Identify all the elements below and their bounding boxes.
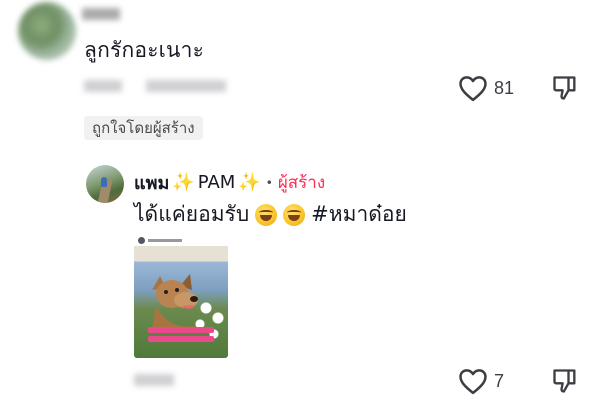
creator-avatar[interactable] (86, 165, 124, 203)
author-row: แพม ✨ PAM ✨ • ผู้สร้าง (134, 168, 325, 197)
like-count: 81 (494, 77, 515, 98)
reply-text: ได้แค่ยอมรับ #หมาด๋อย (134, 198, 407, 231)
thumbs-down-icon[interactable] (551, 367, 579, 395)
heart-outline-icon (459, 369, 487, 395)
attached-video-thumbnail[interactable] (134, 234, 228, 358)
author-suffix: PAM (197, 172, 236, 193)
like-count: 7 (494, 370, 505, 391)
like-button[interactable]: 7 (458, 367, 504, 395)
author-name-blurred (82, 8, 120, 20)
separator-dot: • (265, 175, 273, 190)
creator-label: ผู้สร้าง (277, 173, 326, 193)
reply-text-main: ได้แค่ยอมรับ (134, 202, 250, 226)
liked-by-creator-badge: ถูกใจโดยผู้สร้าง (84, 116, 203, 140)
thumbnail-avatar (138, 237, 145, 244)
sparkles-emoji: ✨ (238, 172, 261, 193)
reply-date-blurred (134, 374, 174, 386)
avatar-person (101, 177, 107, 187)
thumbnail-caption (148, 327, 214, 333)
avatar[interactable] (18, 2, 76, 60)
author-name[interactable]: แพม (134, 168, 169, 197)
thumbnail-username-blurred (148, 239, 182, 242)
rolling-on-floor-laughing-emoji (283, 203, 306, 226)
reply-link-blurred (146, 80, 226, 92)
like-button[interactable]: 81 (458, 74, 514, 102)
rolling-on-floor-laughing-emoji (255, 203, 278, 226)
thumbnail-caption (148, 336, 214, 342)
sparkles-emoji: ✨ (172, 172, 195, 193)
hashtag-link[interactable]: #หมาด๋อย (311, 198, 407, 231)
heart-outline-icon (459, 76, 487, 102)
comment-date-blurred (84, 80, 122, 92)
comment-item: ลูกรักอะเนาะ ถูกใจโดยผู้สร้าง 81 (0, 0, 600, 150)
comment-text: ลูกรักอะเนาะ (84, 38, 205, 62)
thumbs-down-icon[interactable] (551, 74, 579, 102)
